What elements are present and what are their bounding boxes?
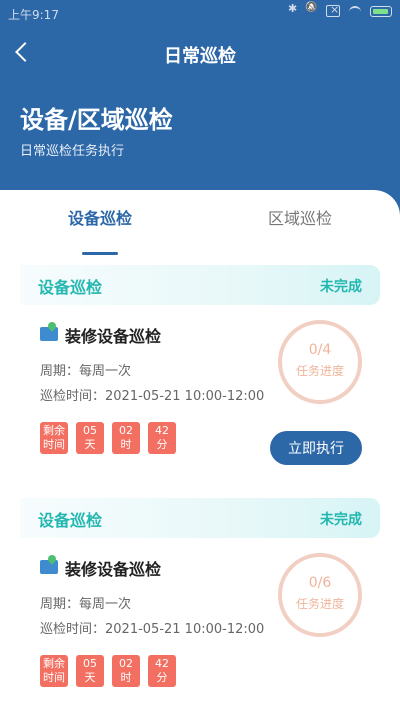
- content-panel: 设备巡检 区域巡检 设备巡检 未完成 装修设备巡检 周期：每周一次 巡检时间：2…: [0, 190, 400, 710]
- timer-days: 05 天: [76, 655, 104, 687]
- nav-title: 日常巡检: [164, 46, 236, 67]
- task-period: 周期：每周一次: [40, 364, 132, 379]
- page-subtitle: 日常巡检任务执行: [20, 144, 125, 159]
- inspection-card: 设备巡检 未完成 装修设备巡检 周期：每周一次 巡检时间：2021-05-21 …: [20, 265, 380, 465]
- execute-button[interactable]: 立即执行: [270, 431, 362, 465]
- wifi-icon: [348, 5, 362, 17]
- status-bar: 上午9:17: [0, 0, 400, 28]
- progress-count: 0/4: [308, 342, 332, 358]
- task-time: 巡检时间：2021-05-21 10:00-12:00: [40, 389, 265, 404]
- inspection-card: 设备巡检 未完成 装修设备巡检 周期：每周一次 巡检时间：2021-05-21 …: [20, 498, 380, 698]
- map-pin-icon: [40, 560, 58, 574]
- status-time: 上午9:17: [8, 8, 59, 22]
- tab-area-inspection[interactable]: 区域巡检: [200, 205, 400, 229]
- status-icons: [288, 2, 392, 17]
- battery-icon: [370, 5, 392, 17]
- status-badge: 未完成: [320, 512, 362, 528]
- card-header-title: 设备巡检: [38, 278, 103, 297]
- task-title: 装修设备巡检: [65, 560, 162, 579]
- progress-circle: 0/4 任务进度: [278, 320, 362, 404]
- timer-block: 剩余 时间: [40, 422, 68, 454]
- countdown-timer: 剩余 时间 05 天 02 时 42 分: [40, 422, 176, 454]
- timer-hours: 02 时: [112, 422, 140, 454]
- map-pin-icon: [40, 327, 58, 341]
- card-header: 设备巡检 未完成: [20, 498, 380, 538]
- timer-block: 剩余 时间: [40, 655, 68, 687]
- tab-device-inspection[interactable]: 设备巡检: [0, 205, 200, 229]
- tab-bar: 设备巡检 区域巡检: [0, 205, 400, 255]
- bluetooth-icon: [288, 2, 298, 17]
- timer-minutes: 42 分: [148, 422, 176, 454]
- tab-underline: [82, 252, 118, 255]
- card-header: 设备巡检 未完成: [20, 265, 380, 305]
- task-period: 周期：每周一次: [40, 597, 132, 612]
- task-title: 装修设备巡检: [65, 327, 162, 346]
- progress-label: 任务进度: [295, 597, 344, 611]
- timer-minutes: 42 分: [148, 655, 176, 687]
- mute-icon: [306, 5, 318, 17]
- card-header-title: 设备巡检: [38, 511, 103, 530]
- task-time: 巡检时间：2021-05-21 10:00-12:00: [40, 622, 265, 637]
- progress-label: 任务进度: [295, 364, 344, 378]
- countdown-timer: 剩余 时间 05 天 02 时 42 分: [40, 655, 176, 687]
- page-title: 设备/区域巡检: [20, 106, 173, 134]
- progress-count: 0/6: [308, 575, 332, 591]
- timer-hours: 02 时: [112, 655, 140, 687]
- sim-off-icon: [326, 3, 340, 17]
- timer-days: 05 天: [76, 422, 104, 454]
- status-badge: 未完成: [320, 279, 362, 295]
- progress-circle: 0/6 任务进度: [278, 553, 362, 637]
